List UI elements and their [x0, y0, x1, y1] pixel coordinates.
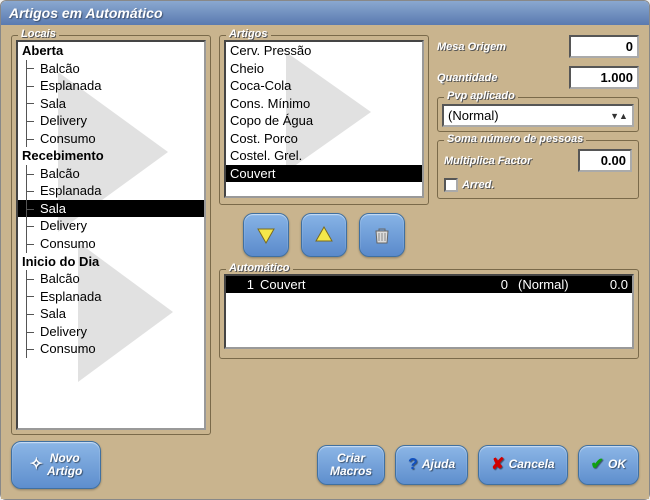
- artigos-label: Artigos: [226, 28, 271, 40]
- automatico-panel: Automático 1Couvert0(Normal)0.0: [219, 269, 639, 359]
- tree-child-item[interactable]: Esplanada: [18, 182, 204, 200]
- triangle-up-icon: [312, 223, 336, 247]
- locais-label: Locais: [18, 28, 59, 40]
- multiplica-label: Multiplica Factor: [444, 155, 574, 167]
- cancela-label: Cancela: [509, 458, 555, 471]
- tree-child-item[interactable]: Delivery: [18, 323, 204, 341]
- mesa-origem-input[interactable]: 0: [569, 35, 639, 58]
- cancel-icon: ✘: [491, 456, 504, 474]
- ok-label: OK: [608, 458, 626, 471]
- soma-panel: Soma número de pessoas Multiplica Factor…: [437, 140, 639, 199]
- tree-child-item[interactable]: Sala: [18, 200, 204, 218]
- tree-root-item[interactable]: Aberta: [18, 42, 204, 60]
- tree-child-item[interactable]: Sala: [18, 305, 204, 323]
- criar-macros-label: Criar Macros: [330, 452, 372, 478]
- delete-button[interactable]: [359, 213, 405, 257]
- window-title: Artigos em Automático: [9, 5, 163, 21]
- ajuda-label: Ajuda: [422, 458, 455, 471]
- tree-child-item[interactable]: Balcão: [18, 60, 204, 78]
- quantidade-label: Quantidade: [437, 72, 565, 84]
- criar-macros-button[interactable]: Criar Macros: [317, 445, 385, 485]
- move-up-button[interactable]: [301, 213, 347, 257]
- list-item[interactable]: Couvert: [226, 165, 422, 183]
- move-down-button[interactable]: [243, 213, 289, 257]
- tree-child-item[interactable]: Balcão: [18, 165, 204, 183]
- tree-root-item[interactable]: Inicio do Dia: [18, 253, 204, 271]
- tree-child-item[interactable]: Delivery: [18, 217, 204, 235]
- arred-checkbox[interactable]: [444, 178, 458, 192]
- list-item[interactable]: Cerv. Pressão: [226, 42, 422, 60]
- titlebar: Artigos em Automático: [1, 1, 649, 25]
- list-item[interactable]: Costel. Grel.: [226, 147, 422, 165]
- pvp-label: Pvp aplicado: [444, 90, 518, 102]
- quantidade-input[interactable]: 1.000: [569, 66, 639, 89]
- sparkle-icon: ✧: [30, 456, 43, 474]
- tree-child-item[interactable]: Esplanada: [18, 77, 204, 95]
- artigos-list[interactable]: Cerv. PressãoCheioCoca-ColaCons. MínimoC…: [224, 40, 424, 198]
- arred-label: Arred.: [462, 179, 494, 191]
- tree-child-item[interactable]: Esplanada: [18, 288, 204, 306]
- tree-child-item[interactable]: Consumo: [18, 130, 204, 148]
- novo-artigo-label: Novo Artigo: [47, 452, 82, 478]
- artigos-panel: Artigos Cerv. PressãoCheioCoca-ColaCons.…: [219, 35, 429, 205]
- locais-panel: Locais AbertaBalcãoEsplanadaSalaDelivery…: [11, 35, 211, 435]
- tree-child-item[interactable]: Balcão: [18, 270, 204, 288]
- multiplica-input[interactable]: 0.00: [578, 149, 632, 172]
- list-item[interactable]: Cost. Porco: [226, 130, 422, 148]
- tree-child-item[interactable]: Sala: [18, 95, 204, 113]
- tree-root-item[interactable]: Recebimento: [18, 147, 204, 165]
- list-item[interactable]: Cons. Mínimo: [226, 95, 422, 113]
- list-item[interactable]: Coca-Cola: [226, 77, 422, 95]
- list-item[interactable]: Copo de Água: [226, 112, 422, 130]
- novo-artigo-button[interactable]: ✧ Novo Artigo: [11, 441, 101, 489]
- pvp-panel: Pvp aplicado (Normal) ▼▲: [437, 97, 639, 132]
- check-icon: ✔: [591, 456, 604, 474]
- tree-child-item[interactable]: Consumo: [18, 235, 204, 253]
- auto-row[interactable]: 1Couvert0(Normal)0.0: [226, 276, 632, 293]
- pvp-value: (Normal): [448, 108, 499, 123]
- ajuda-button[interactable]: ? Ajuda: [395, 445, 468, 485]
- help-icon: ?: [408, 456, 418, 474]
- soma-label: Soma número de pessoas: [444, 133, 586, 145]
- mesa-origem-label: Mesa Origem: [437, 41, 565, 53]
- locais-list[interactable]: AbertaBalcãoEsplanadaSalaDeliveryConsumo…: [16, 40, 206, 430]
- automatico-label: Automático: [226, 262, 293, 274]
- tree-child-item[interactable]: Delivery: [18, 112, 204, 130]
- chevron-down-icon: ▼▲: [610, 111, 628, 121]
- trash-icon: [370, 223, 394, 247]
- ok-button[interactable]: ✔ OK: [578, 445, 639, 485]
- cancela-button[interactable]: ✘ Cancela: [478, 445, 567, 485]
- triangle-down-icon: [254, 223, 278, 247]
- pvp-combo[interactable]: (Normal) ▼▲: [442, 104, 634, 127]
- tree-child-item[interactable]: Consumo: [18, 340, 204, 358]
- automatico-list[interactable]: 1Couvert0(Normal)0.0: [224, 274, 634, 349]
- list-item[interactable]: Cheio: [226, 60, 422, 78]
